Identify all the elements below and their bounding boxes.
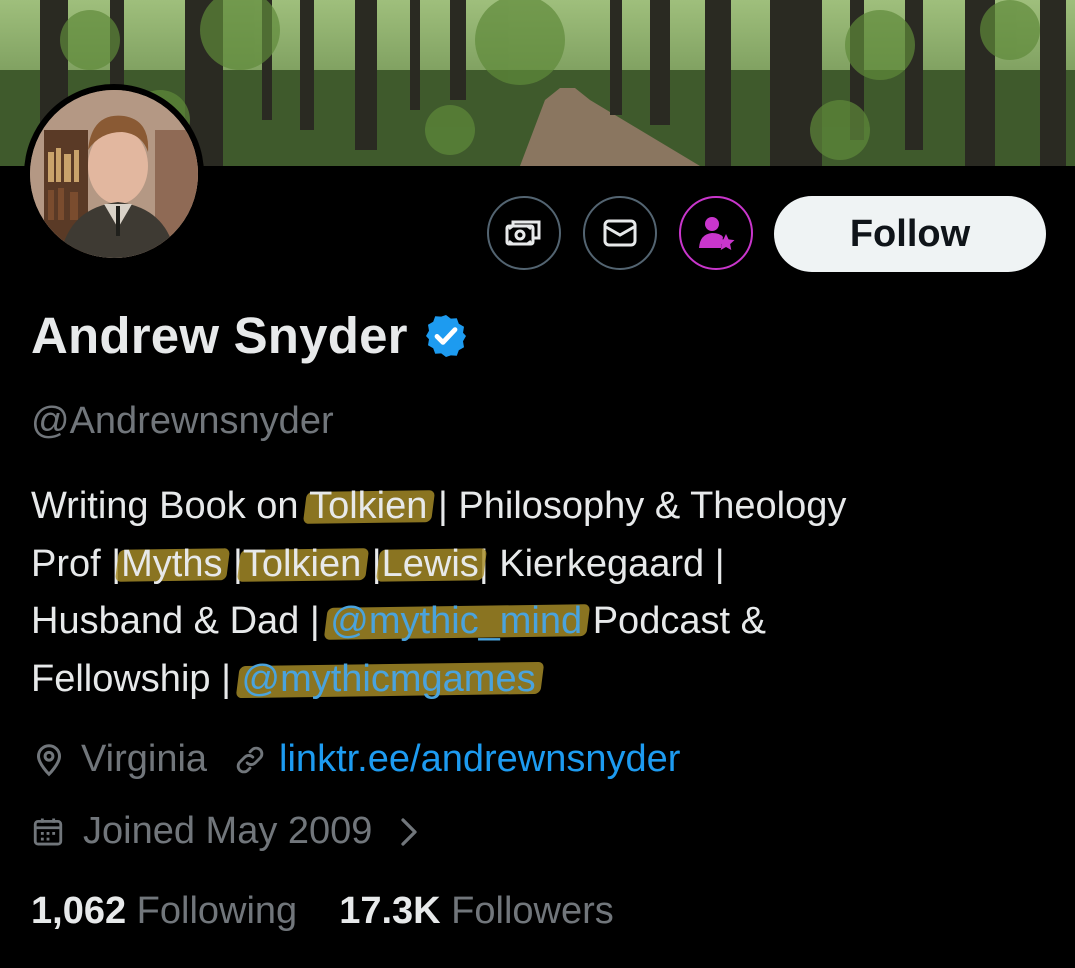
bio-text: Husband & Dad | xyxy=(31,600,331,642)
link-icon xyxy=(236,746,264,773)
follow-button[interactable]: Follow xyxy=(774,196,1046,272)
profile-name: Andrew Snyder xyxy=(31,307,408,364)
avatar[interactable] xyxy=(24,84,204,264)
tip-icon xyxy=(505,220,541,246)
bio-text: Podcast & xyxy=(582,600,766,642)
bio-text: Prof | xyxy=(31,542,122,585)
tip-button[interactable] xyxy=(487,196,561,270)
subscribe-button[interactable] xyxy=(679,196,753,270)
highlighted-text: Lewis xyxy=(381,542,479,585)
name-row: Andrew Snyder xyxy=(31,306,470,365)
follow-stats: 1,062 Following 17.3K Followers xyxy=(31,890,614,933)
bio-text: | Philosophy & Theology xyxy=(427,485,847,527)
mention-link-mythic-mind[interactable]: @mythic_mind xyxy=(330,600,582,642)
highlighted-text: Myths xyxy=(121,542,223,585)
bio-line: Fellowship | @mythicmgames xyxy=(31,651,1031,709)
profile-bio: Writing Book on Tolkien | Philosophy & T… xyxy=(31,478,1031,708)
following-count: 1,062 xyxy=(31,890,127,932)
message-icon xyxy=(603,219,637,247)
chevron-right-icon xyxy=(401,817,418,846)
following-stat[interactable]: 1,062 Following xyxy=(31,890,297,933)
avatar-photo xyxy=(30,90,198,258)
bio-text: | Kierkegaard | xyxy=(478,542,725,585)
calendar-icon xyxy=(33,818,63,845)
joined-row[interactable]: Joined May 2009 xyxy=(31,810,420,853)
bio-line: Prof |Myths |Tolkien |Lewis| Kierkegaard… xyxy=(31,536,1031,594)
message-button[interactable] xyxy=(583,196,657,270)
highlighted-text: Tolkien xyxy=(242,542,362,585)
location-pin-icon xyxy=(36,743,62,776)
location-website-row: Virginia linktr.ee/andrewnsnyder xyxy=(31,738,680,781)
profile-handle: @Andrewnsnyder xyxy=(31,400,334,442)
followers-stat[interactable]: 17.3K Followers xyxy=(339,890,614,933)
mention-link-mythicmgames[interactable]: @mythicmgames xyxy=(242,658,536,700)
followers-count: 17.3K xyxy=(339,890,441,932)
bio-text: Fellowship | xyxy=(31,657,242,700)
bio-line: Husband & Dad | @mythic_mind Podcast & xyxy=(31,593,1031,651)
bio-text: Writing Book on xyxy=(31,485,310,527)
verified-badge-icon[interactable] xyxy=(422,312,470,360)
joined-date: Joined May 2009 xyxy=(83,810,373,852)
website-link[interactable]: linktr.ee/andrewnsnyder xyxy=(279,738,680,781)
highlighted-text: Tolkien xyxy=(309,485,428,527)
following-label: Following xyxy=(136,890,298,932)
bio-line: Writing Book on Tolkien | Philosophy & T… xyxy=(31,478,1031,536)
subscribe-icon xyxy=(699,217,735,250)
location-text: Virginia xyxy=(81,738,208,780)
followers-label: Followers xyxy=(451,890,614,932)
